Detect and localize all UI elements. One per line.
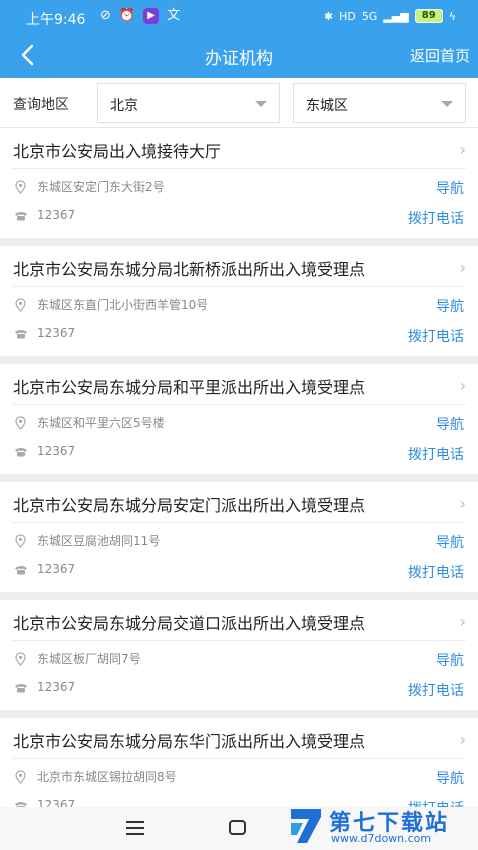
office-address: 东城区东直门北小街西羊管10号 [37,298,209,312]
navigate-link[interactable]: 导航 [436,414,464,434]
charging-icon: ϟ [448,9,456,23]
office-phone: 12367 [37,326,76,340]
office-address: 北京市东城区锡拉胡同8号 [37,770,177,784]
location-pin-icon [15,298,26,312]
navigate-link[interactable]: 导航 [436,532,464,552]
navigate-link[interactable]: 导航 [436,178,464,198]
office-name: 北京市公安局东城分局北新桥派出所出入境受理点 [13,260,366,279]
office-card[interactable]: 北京市公安局东城分局北新桥派出所出入境受理点 › 东城区东直门北小街西羊管10号… [0,246,478,356]
status-bar: 上午9:46 ⊘ ⏰ ▶ 文 ✱ HD 5G ▂▄▆ 89 ϟ [0,0,478,34]
office-address: 东城区安定门东大街2号 [37,180,165,194]
office-name: 北京市公安局东城分局和平里派出所出入境受理点 [13,378,366,397]
status-system-icons: ✱ HD 5G ▂▄▆ 89 ϟ [324,9,456,23]
home-button-icon[interactable] [229,820,246,835]
dropdown-arrow-icon [255,101,267,107]
office-address: 东城区和平里六区5号楼 [37,416,165,430]
office-card[interactable]: 北京市公安局东城分局交道口派出所出入境受理点 › 东城区板厂胡同7号 导航 12… [0,600,478,710]
page-title: 办证机构 [205,49,273,69]
chevron-right-icon: › [459,730,466,749]
watermark-logo-icon [291,809,321,843]
status-notification-icons: ⊘ ⏰ ▶ 文 [100,8,180,24]
office-card[interactable]: 北京市公安局东城分局和平里派出所出入境受理点 › 东城区和平里六区5号楼 导航 … [0,364,478,474]
call-link[interactable]: 拨打电话 [408,444,464,464]
return-home-link[interactable]: 返回首页 [410,45,470,66]
city-select[interactable]: 北京 [97,83,280,123]
phone-icon [15,448,27,457]
phone-icon [15,566,27,575]
divider [12,758,466,759]
app-bar: 办证机构 返回首页 [0,34,478,78]
location-pin-icon [15,180,26,194]
district-select-value: 东城区 [306,98,348,114]
office-name: 北京市公安局东城分局东华门派出所出入境受理点 [13,732,366,751]
chevron-right-icon: › [459,376,466,395]
app-notification-icon: ▶ [143,8,160,24]
divider [12,286,466,287]
city-select-value: 北京 [110,98,138,114]
translate-icon: 文 [167,8,181,23]
office-address: 东城区豆腐池胡同11号 [37,534,161,548]
call-link[interactable]: 拨打电话 [408,208,464,228]
watermark-url: www.d7down.com [331,832,432,845]
office-name: 北京市公安局出入境接待大厅 [13,142,222,161]
call-link[interactable]: 拨打电话 [408,680,464,700]
office-name: 北京市公安局东城分局交道口派出所出入境受理点 [13,614,366,633]
location-pin-icon [15,770,26,784]
region-filter: 查询地区 北京 东城区 [0,78,478,128]
dropdown-arrow-icon [441,101,453,107]
office-name: 北京市公安局东城分局安定门派出所出入境受理点 [13,496,366,515]
chevron-right-icon: › [459,612,466,631]
navigate-link[interactable]: 导航 [436,650,464,670]
bluetooth-icon: ✱ [323,9,334,23]
office-phone: 12367 [37,680,76,694]
divider [12,522,466,523]
chevron-right-icon: › [459,258,466,277]
call-link[interactable]: 拨打电话 [408,326,464,346]
office-address: 东城区板厂胡同7号 [37,652,141,666]
office-list: 北京市公安局出入境接待大厅 › 东城区安定门东大街2号 导航 12367 拨打电… [0,128,478,807]
phone-icon [15,330,27,339]
hd-icon: HD [339,9,356,23]
navigate-link[interactable]: 导航 [436,296,464,316]
divider [12,404,466,405]
location-pin-icon [15,534,26,548]
signal-icon: ▂▄▆ [383,9,409,23]
status-time: 上午9:46 [26,12,86,28]
do-not-disturb-icon: ⊘ [100,8,111,23]
office-card[interactable]: 北京市公安局东城分局安定门派出所出入境受理点 › 东城区豆腐池胡同11号 导航 … [0,482,478,592]
phone-icon [15,212,27,221]
office-card[interactable]: 北京市公安局东城分局东华门派出所出入境受理点 › 北京市东城区锡拉胡同8号 导航… [0,718,478,807]
network-type: 5G [361,9,378,23]
battery-icon: 89 [414,9,443,23]
office-phone: 12367 [37,562,76,576]
chevron-right-icon: › [459,494,466,513]
call-link[interactable]: 拨打电话 [408,562,464,582]
phone-icon [15,802,27,807]
menu-icon[interactable] [126,821,144,835]
office-phone: 12367 [37,444,76,458]
phone-icon [15,684,27,693]
watermark: 第七下载站 www.d7down.com [287,805,472,847]
location-pin-icon [15,652,26,666]
divider [12,640,466,641]
navigate-link[interactable]: 导航 [436,768,464,788]
office-card[interactable]: 北京市公安局出入境接待大厅 › 东城区安定门东大街2号 导航 12367 拨打电… [0,128,478,238]
district-select[interactable]: 东城区 [293,83,466,123]
office-phone: 12367 [37,798,76,807]
alarm-icon: ⏰ [118,8,136,23]
location-pin-icon [15,416,26,430]
divider [12,168,466,169]
office-phone: 12367 [37,208,76,222]
region-filter-label: 查询地区 [13,97,69,113]
chevron-right-icon: › [459,140,466,159]
